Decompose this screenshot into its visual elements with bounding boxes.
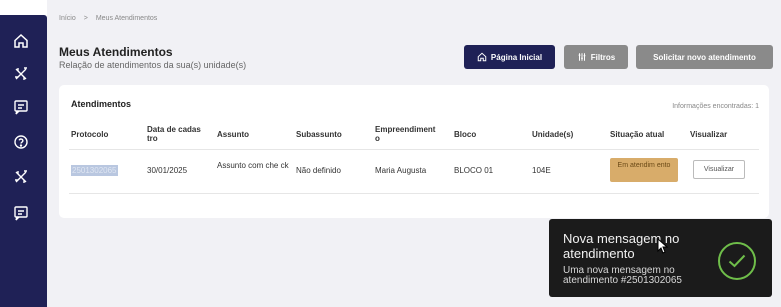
subject-cell: Assunto com che ck: [217, 161, 289, 170]
mouse-cursor-icon: [657, 238, 669, 254]
protocol-value: 2501302065: [71, 165, 118, 176]
filters-button-label: Filtros: [590, 52, 616, 62]
table-header-divider: [69, 149, 759, 150]
status-badge: Em atendim ento: [610, 158, 678, 182]
new-request-button[interactable]: Solicitar novo atendimento: [636, 45, 773, 69]
breadcrumb: Início > Meus Atendimentos: [59, 15, 157, 22]
page-title: Meus Atendimentos: [59, 45, 173, 59]
toast-title: Nova mensagem no atendimento: [563, 231, 680, 261]
protocol-cell[interactable]: 2501302065: [71, 165, 118, 176]
message-icon[interactable]: [12, 204, 30, 222]
subsubject-cell: Não definido: [296, 166, 341, 175]
column-header: Situação atual: [610, 130, 665, 139]
home-icon[interactable]: [12, 32, 30, 50]
table-row-divider: [69, 193, 759, 194]
column-header: Visualizar: [690, 130, 728, 139]
notification-toast[interactable]: Nova mensagem no atendimento Uma nova me…: [549, 219, 772, 297]
page-subtitle: Relação de atendimentos da sua(s) unidad…: [59, 60, 247, 70]
filter-icon: [578, 53, 586, 61]
card-title: Atendimentos: [71, 99, 132, 109]
check-icon: [718, 242, 756, 280]
tools-icon[interactable]: [12, 65, 30, 83]
development-cell: Maria Augusta: [375, 166, 427, 175]
home-icon: [477, 52, 487, 62]
column-header: Subassunto: [296, 130, 342, 139]
results-count: Informações encontradas: 1: [672, 103, 759, 110]
breadcrumb-home[interactable]: Início: [59, 15, 76, 22]
breadcrumb-separator: >: [83, 15, 88, 22]
column-header: Data de cadas tro: [147, 125, 201, 143]
home-button-label: Página Inicial: [490, 52, 543, 62]
help-icon[interactable]: [12, 133, 30, 151]
column-header: Unidade(s): [532, 130, 574, 139]
column-header: Bloco: [454, 130, 477, 139]
home-button[interactable]: Página Inicial: [464, 45, 555, 69]
message-icon[interactable]: [12, 98, 30, 116]
block-cell: BLOCO 01: [454, 166, 494, 175]
filters-button[interactable]: Filtros: [564, 45, 628, 69]
new-request-button-label: Solicitar novo atendimento: [653, 52, 756, 62]
unit-cell: 104E: [532, 166, 551, 175]
attendances-card: Atendimentos Informações encontradas: 1 …: [59, 85, 769, 218]
tools-icon[interactable]: [12, 168, 30, 186]
date-cell: 30/01/2025: [147, 166, 188, 175]
breadcrumb-current: Meus Atendimentos: [95, 15, 158, 22]
sidebar: [0, 15, 47, 307]
column-header: Protocolo: [71, 130, 109, 139]
column-header: Assunto: [217, 130, 249, 139]
toast-message: Uma nova mensagem no atendimento #250130…: [563, 265, 682, 286]
column-header: Empreendiment o: [375, 125, 436, 143]
view-button[interactable]: Visualizar: [693, 160, 745, 179]
